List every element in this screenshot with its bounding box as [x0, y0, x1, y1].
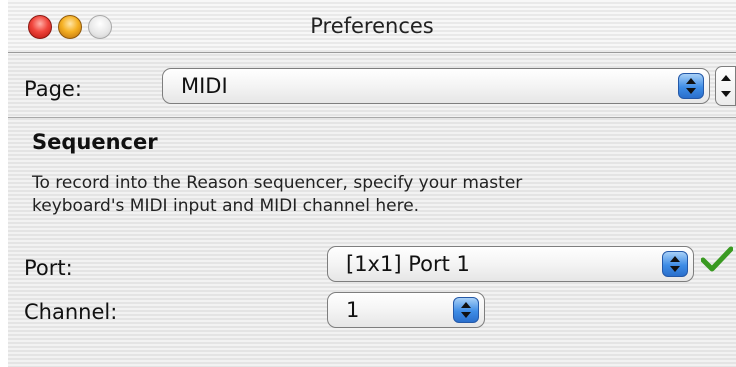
stepper-up-icon[interactable] [720, 75, 731, 81]
page-popup-value: MIDI [181, 74, 228, 98]
green-checkmark-icon [701, 246, 733, 272]
page-label: Page: [24, 77, 82, 101]
port-popup[interactable]: [1x1] Port 1 [327, 246, 694, 282]
popup-arrows-icon [453, 297, 479, 323]
divider [8, 117, 736, 118]
popup-arrows-icon [678, 73, 704, 99]
channel-popup-value: 1 [346, 298, 360, 322]
stepper-down-icon[interactable] [720, 91, 731, 97]
section-heading: Sequencer [32, 130, 158, 154]
preferences-window: Preferences Page: MIDI Sequencer To reco… [8, 0, 736, 367]
channel-popup[interactable]: 1 [327, 292, 485, 328]
title-bar[interactable]: Preferences [8, 0, 736, 53]
port-label: Port: [24, 256, 73, 280]
page-popup[interactable]: MIDI [162, 68, 710, 104]
page-stepper[interactable] [715, 66, 736, 106]
channel-label: Channel: [24, 300, 118, 324]
popup-arrows-icon [662, 251, 688, 277]
window-title: Preferences [310, 14, 434, 38]
port-popup-value: [1x1] Port 1 [346, 252, 470, 276]
section-description: To record into the Reason sequencer, spe… [32, 173, 523, 216]
